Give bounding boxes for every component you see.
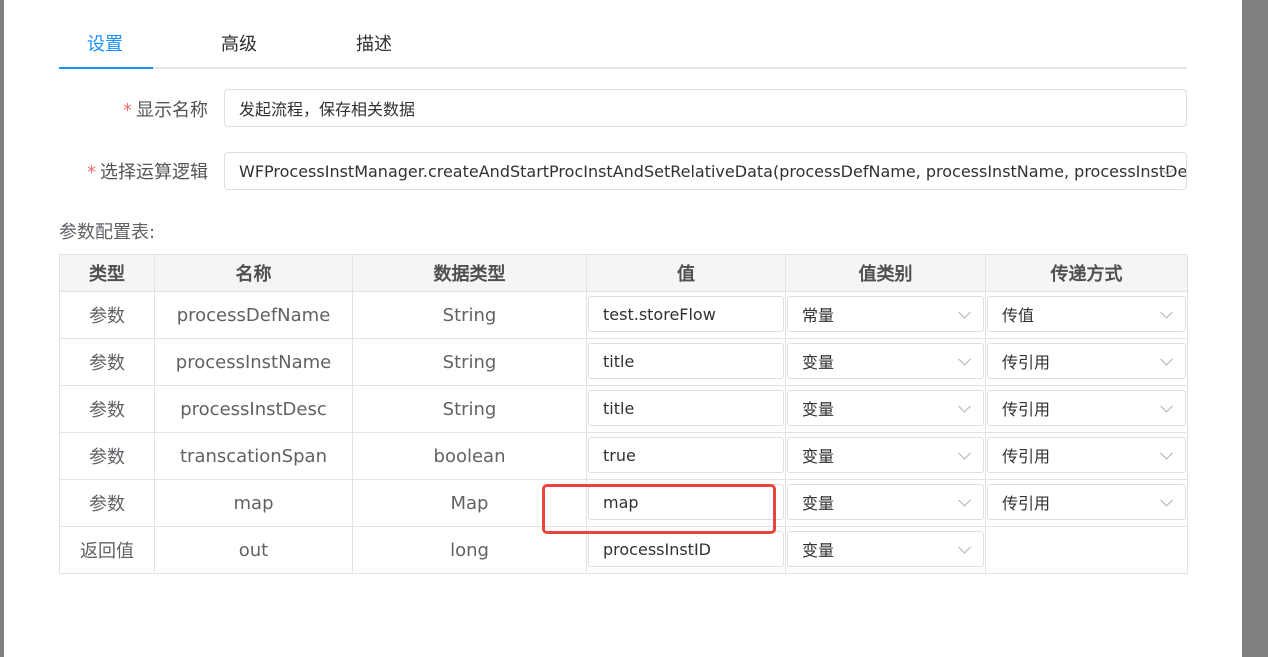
table-row: 参数 transcationSpan boolean true 变量 传引用 <box>59 432 1188 480</box>
row-type: 返回值 <box>59 526 155 574</box>
row-type: 参数 <box>59 338 155 386</box>
value-category-select[interactable]: 变量 <box>787 437 984 473</box>
required-mark: * <box>123 100 132 121</box>
chevron-down-icon <box>958 399 971 413</box>
display-name-input[interactable]: 发起流程，保存相关数据 <box>224 89 1187 127</box>
value-category-select[interactable]: 变量 <box>787 484 984 520</box>
table-row: 参数 processInstDesc String title 变量 传引用 <box>59 385 1188 433</box>
tab-bar: 设置 高级 描述 <box>59 22 1187 69</box>
tab-description[interactable]: 描述 <box>356 30 392 56</box>
chevron-down-icon <box>958 493 971 507</box>
table-row: 参数 map Map map 变量 传引用 <box>59 479 1188 527</box>
row-name: transcationSpan <box>154 432 353 480</box>
chevron-down-icon <box>958 446 971 460</box>
chevron-down-icon <box>958 352 971 366</box>
table-header-row: 类型 名称 数据类型 值 值类别 传递方式 <box>59 254 1188 292</box>
value-input[interactable]: true <box>588 437 784 473</box>
header-value: 值 <box>586 254 786 292</box>
header-data-type: 数据类型 <box>352 254 587 292</box>
row-data-type: String <box>352 291 587 339</box>
required-mark: * <box>87 162 96 183</box>
chevron-down-icon <box>958 540 971 554</box>
table-row: 参数 processInstName String title 变量 传引用 <box>59 338 1188 386</box>
chevron-down-icon <box>1160 352 1173 366</box>
value-category-select[interactable]: 变量 <box>787 343 984 379</box>
dialog: 设置 高级 描述 * 显示名称 发起流程，保存相关数据 * 选择运算逻辑 WFPro… <box>4 0 1242 657</box>
tab-settings[interactable]: 设置 <box>87 30 123 56</box>
row-data-type: String <box>352 338 587 386</box>
table-row: 参数 processDefName String test.storeFlow … <box>59 291 1188 339</box>
param-table-title: 参数配置表: <box>59 222 156 243</box>
logic-select-value: WFProcessInstManager.createAndStartProcI… <box>239 161 1187 181</box>
row-type: 参数 <box>59 291 155 339</box>
row-data-type: Map <box>352 479 587 527</box>
active-tab-indicator <box>59 67 153 69</box>
row-type: 参数 <box>59 385 155 433</box>
modal-backdrop-right <box>1242 0 1268 657</box>
value-category-select[interactable]: 变量 <box>787 531 984 567</box>
pass-mode-select[interactable]: 传引用 <box>987 390 1186 426</box>
chevron-down-icon <box>1160 493 1173 507</box>
pass-mode-select[interactable]: 传引用 <box>987 343 1186 379</box>
header-type: 类型 <box>59 254 155 292</box>
pass-mode-select[interactable]: 传引用 <box>987 437 1186 473</box>
chevron-down-icon <box>1160 446 1173 460</box>
row-name: processInstDesc <box>154 385 353 433</box>
row-data-type: String <box>352 385 587 433</box>
chevron-down-icon <box>1160 305 1173 319</box>
value-input[interactable]: title <box>588 390 784 426</box>
row-name: processInstName <box>154 338 353 386</box>
header-pass-mode: 传递方式 <box>985 254 1188 292</box>
value-input[interactable]: map <box>588 484 784 520</box>
row-name: out <box>154 526 353 574</box>
display-name-label: * 显示名称 <box>123 100 208 121</box>
row-name: processDefName <box>154 291 353 339</box>
header-value-category: 值类别 <box>785 254 986 292</box>
value-input[interactable]: title <box>588 343 784 379</box>
row-name: map <box>154 479 353 527</box>
pass-mode-empty-cell <box>985 526 1188 574</box>
pass-mode-select[interactable]: 传引用 <box>987 484 1186 520</box>
logic-select[interactable]: WFProcessInstManager.createAndStartProcI… <box>224 152 1187 190</box>
value-input[interactable]: test.storeFlow <box>588 296 784 332</box>
pass-mode-select[interactable]: 传值 <box>987 296 1186 332</box>
chevron-down-icon <box>958 305 971 319</box>
value-input[interactable]: processInstID <box>588 531 784 567</box>
row-type: 参数 <box>59 479 155 527</box>
chevron-down-icon <box>1160 399 1173 413</box>
value-category-select[interactable]: 变量 <box>787 390 984 426</box>
row-type: 参数 <box>59 432 155 480</box>
param-table: 类型 名称 数据类型 值 值类别 传递方式 参数 processDefName … <box>59 254 1188 574</box>
header-name: 名称 <box>154 254 353 292</box>
logic-label: * 选择运算逻辑 <box>87 162 208 183</box>
value-category-select[interactable]: 常量 <box>787 296 984 332</box>
table-row: 返回值 out long processInstID 变量 <box>59 526 1188 574</box>
row-data-type: boolean <box>352 432 587 480</box>
tab-advanced[interactable]: 高级 <box>221 30 257 56</box>
row-data-type: long <box>352 526 587 574</box>
